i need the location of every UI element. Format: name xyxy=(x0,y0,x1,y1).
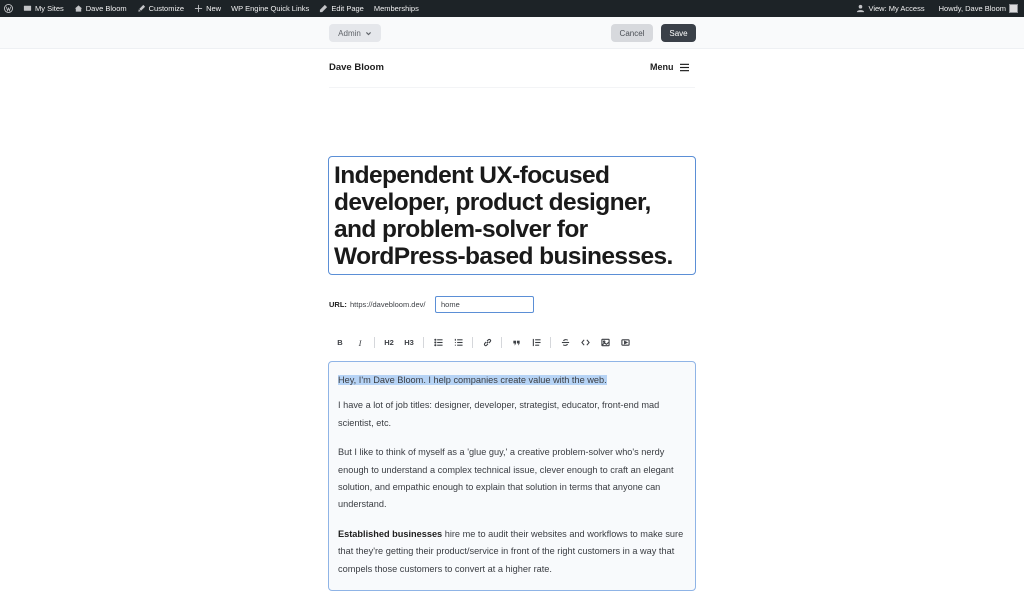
admin-bar-right: View: My Access Howdy, Dave Bloom xyxy=(842,0,1018,17)
body-paragraph[interactable]: Hey, I'm Dave Bloom. I help companies cr… xyxy=(338,372,685,389)
my-sites-menu[interactable]: My Sites xyxy=(23,4,64,13)
menu-button[interactable]: Menu xyxy=(650,62,690,72)
pullquote-icon xyxy=(532,338,541,347)
italic-button[interactable]: I xyxy=(352,334,368,351)
new-content-menu[interactable]: New xyxy=(194,4,221,13)
numbered-list-button[interactable] xyxy=(450,334,466,351)
link-button[interactable] xyxy=(479,334,495,351)
url-prefix: https://davebloom.dev/ xyxy=(350,300,426,309)
brush-icon xyxy=(137,4,145,12)
wp-engine-quick-links-label: WP Engine Quick Links xyxy=(231,4,310,13)
strikethrough-icon xyxy=(561,339,569,346)
site-name-label: Dave Bloom xyxy=(85,4,127,13)
image-icon xyxy=(600,338,610,347)
quote-icon xyxy=(512,340,520,346)
avatar xyxy=(1009,4,1018,13)
heading-2-button[interactable]: H2 xyxy=(381,334,397,351)
wp-engine-quick-links-menu[interactable]: WP Engine Quick Links xyxy=(231,4,309,13)
selected-text[interactable]: Hey, I'm Dave Bloom. I help companies cr… xyxy=(338,375,607,385)
admin-bar-left: My Sites Dave Bloom Customize New WP Eng… xyxy=(4,0,429,17)
edit-page-label: Edit Page xyxy=(331,4,364,13)
plus-icon xyxy=(194,4,203,13)
pencil-icon xyxy=(320,4,328,13)
edit-page-link[interactable]: Edit Page xyxy=(319,4,364,13)
heading-3-button[interactable]: H3 xyxy=(401,334,417,351)
link-icon xyxy=(483,338,491,347)
headline-editor[interactable]: Independent UX-focused developer, produc… xyxy=(328,156,696,275)
strikethrough-button[interactable] xyxy=(557,334,573,351)
home-dashboard-icon xyxy=(74,5,82,12)
admin-dropdown-label: Admin xyxy=(338,28,361,38)
format-toolbar: B I H2 H3 xyxy=(332,334,637,351)
url-slug-input[interactable]: home xyxy=(435,296,534,313)
view-access-label: View: My Access xyxy=(868,4,925,13)
memberships-menu[interactable]: Memberships xyxy=(374,4,419,13)
headline-text[interactable]: Independent UX-focused developer, produc… xyxy=(334,162,691,270)
toolbar-divider xyxy=(550,337,551,348)
body-content-editor[interactable]: Hey, I'm Dave Bloom. I help companies cr… xyxy=(328,361,696,591)
new-label: New xyxy=(206,4,222,13)
numbered-list-icon xyxy=(454,338,463,346)
toolbar-divider xyxy=(423,337,424,348)
bullet-list-icon xyxy=(433,338,443,347)
chevron-down-icon xyxy=(365,31,371,35)
memberships-label: Memberships xyxy=(373,4,419,13)
cancel-button[interactable]: Cancel xyxy=(611,24,653,42)
url-label: URL: xyxy=(329,300,347,309)
user-icon xyxy=(857,4,865,13)
save-button[interactable]: Save xyxy=(661,24,696,42)
customize-link[interactable]: Customize xyxy=(137,4,184,13)
my-sites-icon xyxy=(23,5,32,11)
admin-dropdown-button[interactable]: Admin xyxy=(329,24,381,42)
pullquote-button[interactable] xyxy=(528,334,544,351)
header-divider xyxy=(329,87,695,88)
site-name-menu[interactable]: Dave Bloom xyxy=(74,4,127,13)
my-account-menu[interactable]: Howdy, Dave Bloom xyxy=(939,4,1018,13)
view-access-menu[interactable]: View: My Access xyxy=(856,4,925,13)
body-paragraph[interactable]: But I like to think of myself as a 'glue… xyxy=(338,444,685,513)
wordpress-logo-icon xyxy=(4,4,13,13)
code-icon xyxy=(580,339,590,346)
body-paragraph[interactable]: Established businesses hire me to audit … xyxy=(338,526,685,578)
toolbar-divider xyxy=(472,337,473,348)
hamburger-menu-icon xyxy=(679,63,689,71)
bold-text: Established businesses xyxy=(338,529,443,540)
site-title[interactable]: Dave Bloom xyxy=(329,62,384,73)
toolbar-divider xyxy=(501,337,502,348)
video-play-icon xyxy=(620,339,630,346)
toolbar-divider xyxy=(374,337,375,348)
howdy-label: Howdy, Dave Bloom xyxy=(938,4,1006,13)
editor-top-strip xyxy=(0,17,1024,49)
image-button[interactable] xyxy=(597,334,613,351)
blockquote-button[interactable] xyxy=(508,334,524,351)
menu-label: Menu xyxy=(650,62,674,72)
bold-button[interactable]: B xyxy=(332,334,348,351)
body-paragraph[interactable]: I have a lot of job titles: designer, de… xyxy=(338,397,685,432)
bullet-list-button[interactable] xyxy=(430,334,446,351)
my-sites-label: My Sites xyxy=(35,4,64,13)
customize-label: Customize xyxy=(148,4,185,13)
code-button[interactable] xyxy=(577,334,593,351)
wp-admin-bar: My Sites Dave Bloom Customize New WP Eng… xyxy=(0,0,1024,17)
video-embed-button[interactable] xyxy=(617,334,633,351)
wordpress-logo-menu[interactable] xyxy=(4,4,13,13)
